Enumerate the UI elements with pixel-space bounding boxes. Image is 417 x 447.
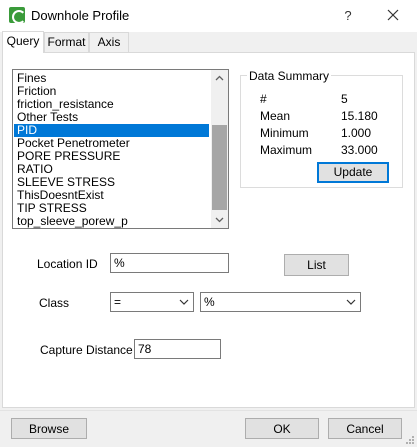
class-value-text: % <box>204 295 215 309</box>
close-icon <box>387 9 399 21</box>
list-item[interactable]: ThisDoesntExist <box>14 189 209 202</box>
footer-separator <box>0 410 417 411</box>
chevron-down-icon <box>179 299 189 305</box>
list-item[interactable]: Friction <box>14 85 209 98</box>
data-summary-title: Data Summary <box>247 69 332 83</box>
title-bar: Downhole Profile ? <box>0 0 417 32</box>
class-value-select[interactable]: % <box>200 292 361 312</box>
app-icon <box>9 7 26 24</box>
list-button[interactable]: List <box>284 254 349 276</box>
scroll-thumb[interactable] <box>212 125 227 210</box>
class-label: Class <box>39 296 70 310</box>
tab-query[interactable]: Query <box>2 31 44 53</box>
window-title: Downhole Profile <box>31 8 130 23</box>
list-item[interactable]: TIP STRESS <box>14 202 209 215</box>
location-id-input[interactable]: % <box>110 253 229 273</box>
browse-button[interactable]: Browse <box>11 418 87 439</box>
update-button[interactable]: Update <box>317 162 389 183</box>
scroll-up-icon[interactable] <box>211 70 228 87</box>
list-item[interactable]: top_sleeve_porew_p <box>14 215 209 228</box>
location-id-label: Location ID <box>37 257 98 271</box>
tab-axis[interactable]: Axis <box>89 32 129 52</box>
class-operator-value: = <box>114 295 122 309</box>
minimum-label: Minimum <box>260 126 309 140</box>
count-label: # <box>260 92 267 106</box>
count-value: 5 <box>341 92 348 106</box>
help-button[interactable]: ? <box>337 6 359 26</box>
list-item[interactable]: Other Tests <box>14 111 209 124</box>
maximum-label: Maximum <box>260 143 313 157</box>
mean-value: 15.180 <box>341 109 378 123</box>
list-item[interactable]: friction_resistance <box>14 98 209 111</box>
list-item[interactable]: RATIO <box>14 163 209 176</box>
tab-format[interactable]: Format <box>44 32 89 52</box>
resize-grip-icon[interactable] <box>405 435 415 445</box>
list-item-selected[interactable]: PID <box>14 124 209 137</box>
scroll-down-icon[interactable] <box>211 211 228 228</box>
chevron-down-icon <box>346 299 356 305</box>
mean-label: Mean <box>260 109 291 123</box>
maximum-value: 33.000 <box>341 143 378 157</box>
parameter-listbox[interactable]: Fines Friction friction_resistance Other… <box>12 69 229 229</box>
cancel-button[interactable]: Cancel <box>328 418 402 439</box>
list-item[interactable]: Fines <box>14 72 209 85</box>
class-operator-select[interactable]: = <box>110 292 194 312</box>
ok-button[interactable]: OK <box>245 418 319 439</box>
list-scrollbar[interactable] <box>211 70 228 228</box>
capture-distance-input[interactable]: 78 <box>134 339 221 359</box>
close-button[interactable] <box>378 4 408 26</box>
list-item[interactable]: Pocket Penetrometer <box>14 137 209 150</box>
capture-distance-label: Capture Distance <box>40 343 133 357</box>
list-item[interactable]: SLEEVE STRESS <box>14 176 209 189</box>
list-item[interactable]: PORE PRESSURE <box>14 150 209 163</box>
minimum-value: 1.000 <box>341 126 372 140</box>
